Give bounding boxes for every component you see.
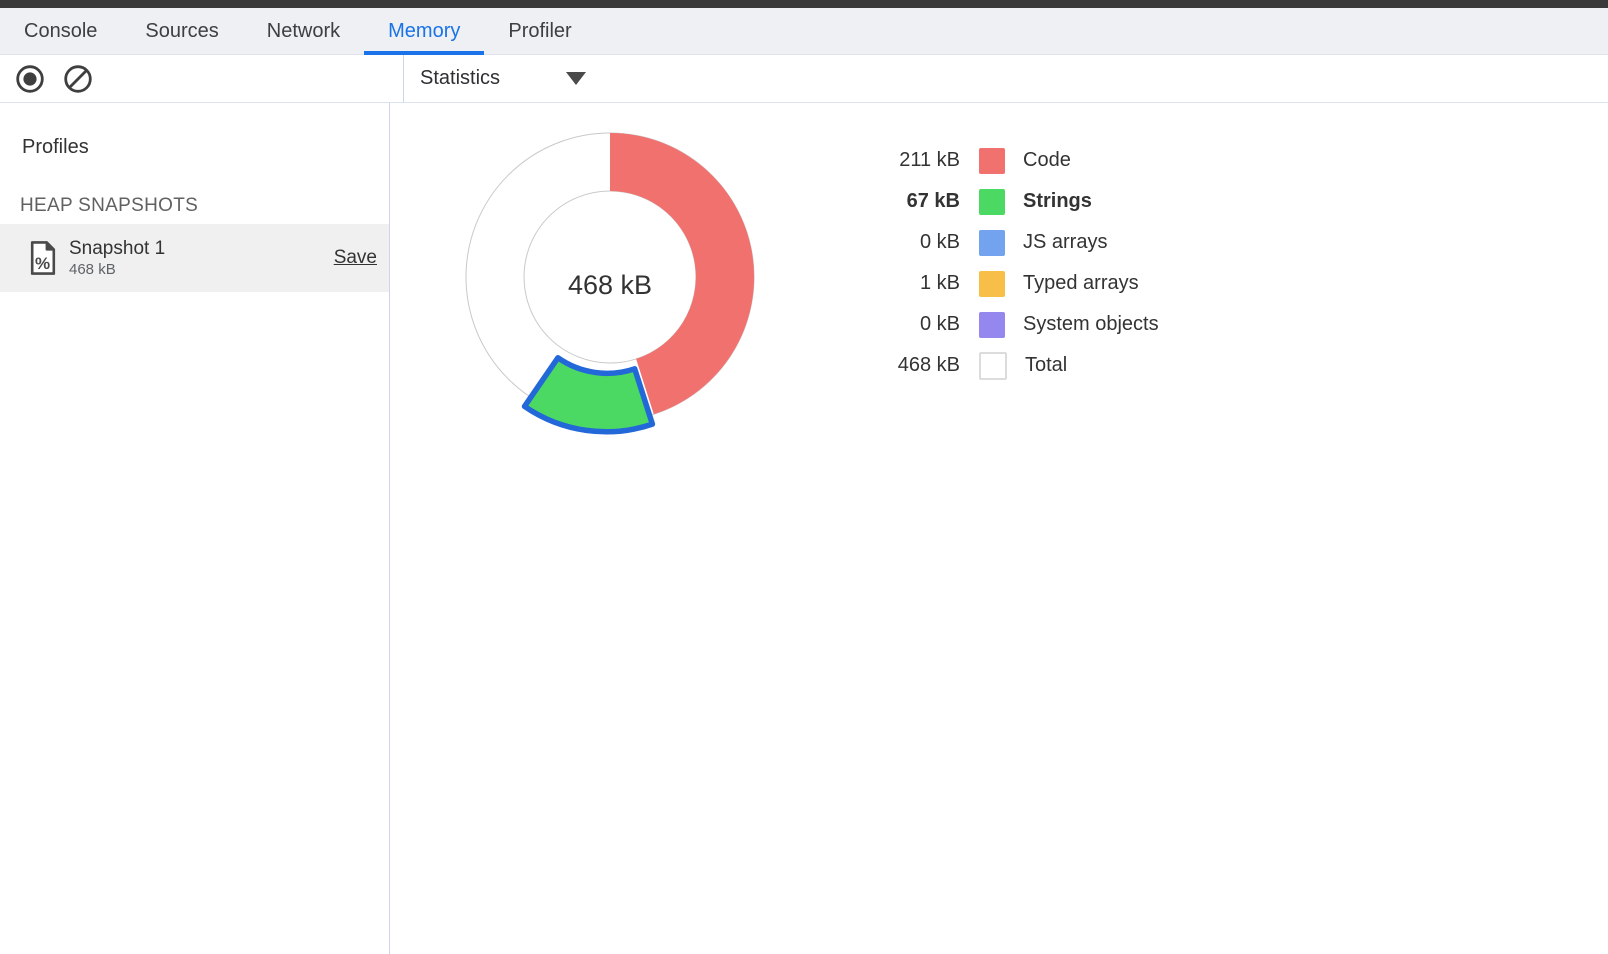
tab-console[interactable]: Console (0, 8, 121, 54)
legend-value: 468 kB (875, 354, 960, 377)
legend-swatch-total (979, 352, 1007, 380)
legend-label: JS arrays (1023, 231, 1107, 254)
tab-memory[interactable]: Memory (364, 8, 484, 54)
pie-slice-strings-selected[interactable] (525, 358, 653, 432)
legend-swatch-typed-arrays (979, 271, 1005, 297)
legend-label: Typed arrays (1023, 272, 1139, 295)
legend-swatch-strings (979, 189, 1005, 215)
statistics-panel: 468 kB 211 kB Code 67 kB Strings 0 kB JS… (390, 103, 1608, 954)
donut-center-label: 468 kB (568, 270, 652, 300)
legend-value: 67 kB (875, 190, 960, 213)
legend-label: Total (1025, 354, 1067, 377)
tab-sources[interactable]: Sources (121, 8, 242, 54)
legend-row-js-arrays[interactable]: 0 kB JS arrays (875, 222, 1159, 263)
legend-row-strings[interactable]: 67 kB Strings (875, 181, 1159, 222)
profiles-title: Profiles (22, 135, 389, 159)
snapshot-info: Snapshot 1 468 kB (69, 238, 165, 278)
tab-network[interactable]: Network (243, 8, 364, 54)
heap-snapshots-section-title: HEAP SNAPSHOTS (20, 195, 389, 217)
legend-value: 0 kB (875, 313, 960, 336)
save-snapshot-link[interactable]: Save (334, 247, 377, 269)
legend-value: 1 kB (875, 272, 960, 295)
tab-label: Sources (145, 20, 218, 43)
tab-profiler[interactable]: Profiler (484, 8, 595, 54)
tab-label: Network (267, 20, 340, 43)
legend-row-typed-arrays[interactable]: 1 kB Typed arrays (875, 263, 1159, 304)
svg-text:%: % (35, 254, 50, 273)
sidebar-item-snapshot-1[interactable]: % Snapshot 1 468 kB Save (0, 224, 389, 292)
legend-swatch-js-arrays (979, 230, 1005, 256)
tab-label: Profiler (508, 20, 571, 43)
legend-row-total[interactable]: 468 kB Total (875, 345, 1159, 386)
record-heap-snapshot-button[interactable] (14, 63, 46, 95)
legend-swatch-system-objects (979, 312, 1005, 338)
tab-label: Console (24, 20, 97, 43)
legend-row-code[interactable]: 211 kB Code (875, 140, 1159, 181)
clear-profiles-button[interactable] (62, 63, 94, 95)
snapshot-title: Snapshot 1 (69, 238, 165, 259)
memory-toolbar: Statistics (0, 55, 1608, 103)
profiles-sidebar: Profiles HEAP SNAPSHOTS % Snapshot 1 468… (0, 103, 390, 954)
chevron-down-icon (566, 72, 586, 85)
clear-icon (62, 63, 94, 95)
snapshot-size: 468 kB (69, 261, 165, 278)
legend-row-system-objects[interactable]: 0 kB System objects (875, 304, 1159, 345)
tab-label: Memory (388, 20, 460, 43)
window-top-strip (0, 0, 1608, 8)
legend-value: 211 kB (875, 149, 960, 172)
legend-label: System objects (1023, 313, 1159, 336)
record-icon (14, 63, 46, 95)
perspective-select[interactable]: Statistics (420, 67, 586, 90)
devtools-window: Console Sources Network Memory Profiler (0, 0, 1608, 954)
panel-body: Profiles HEAP SNAPSHOTS % Snapshot 1 468… (0, 103, 1608, 954)
legend-label: Code (1023, 149, 1071, 172)
legend-label: Strings (1023, 190, 1092, 213)
devtools-tabbar: Console Sources Network Memory Profiler (0, 8, 1608, 55)
heap-statistics-donut-chart: 468 kB (430, 109, 790, 469)
legend-swatch-code (979, 148, 1005, 174)
chart-legend: 211 kB Code 67 kB Strings 0 kB JS arrays… (875, 140, 1159, 386)
heap-snapshot-icon: % (30, 241, 56, 275)
profiles-toolbar (0, 55, 404, 102)
legend-value: 0 kB (875, 231, 960, 254)
perspective-select-value: Statistics (420, 67, 500, 90)
statistics-toolbar: Statistics (404, 55, 1608, 102)
